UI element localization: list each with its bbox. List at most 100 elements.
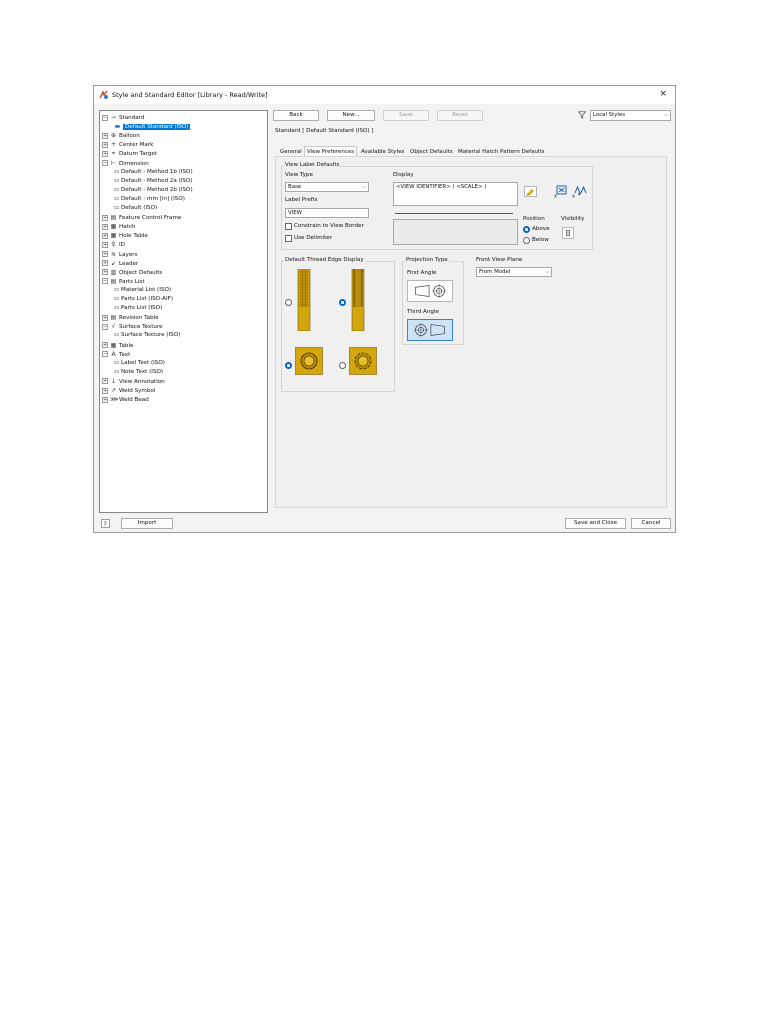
revision-table-icon: ▤ — [110, 314, 117, 322]
tree-item-label: Layers — [119, 251, 138, 258]
delimiter-checkbox[interactable] — [285, 235, 292, 242]
tree-item[interactable]: ▬ Default Standard (ISO) — [114, 122, 191, 131]
expand-icon[interactable]: + — [102, 232, 108, 239]
close-icon[interactable]: × — [659, 89, 667, 99]
collapse-icon[interactable]: − — [102, 160, 108, 166]
tree-item[interactable]: Default - Method 1b (ISO) — [114, 168, 193, 177]
expand-icon[interactable]: + — [102, 251, 108, 257]
constrain-checkbox[interactable] — [285, 223, 292, 230]
tree-item[interactable]: − √ Surface Texture — [102, 322, 163, 331]
tree-item[interactable]: Label Text (ISO) — [114, 359, 165, 368]
parts-list-icon: ▤ — [110, 277, 117, 285]
tree-item[interactable]: + ↙ Leader — [102, 259, 138, 268]
identifier-format-icon[interactable]: x — [572, 185, 587, 198]
tree-item-label: Weld Bead — [119, 397, 149, 404]
tree-item-label: Center Mark — [119, 142, 154, 149]
first-angle-projection-icon[interactable] — [407, 280, 453, 302]
tree-item[interactable]: + ▥ Object Defaults — [102, 268, 162, 277]
tree-item[interactable]: Default - Method 2b (ISO) — [114, 186, 193, 195]
help-icon[interactable]: ? — [101, 519, 110, 528]
expand-icon[interactable]: + — [102, 396, 108, 403]
tree-item[interactable]: Parts List (ISO-AIF) — [114, 295, 173, 304]
styles-editor-icon — [99, 90, 108, 99]
style-item-icon — [114, 369, 119, 373]
third-angle-projection-icon[interactable] — [407, 319, 453, 341]
position-above-radio[interactable] — [523, 226, 530, 233]
save-button[interactable]: Save — [383, 110, 429, 121]
tree-item[interactable]: + ▤ Revision Table — [102, 313, 159, 322]
display-input[interactable]: <VIEW IDENTIFIER> ( <SCALE> ) — [393, 182, 518, 206]
front-view-plane-select[interactable]: From Model ⌵ — [476, 267, 552, 277]
thread-option-2-radio[interactable] — [339, 299, 346, 306]
tree-item[interactable]: Note Text (ISO) — [114, 368, 163, 377]
expand-icon[interactable]: + — [102, 241, 108, 248]
tree-item[interactable]: + ⋙Weld Bead — [102, 395, 149, 404]
tree-item[interactable]: + ⊕ Balloon — [102, 131, 140, 140]
tree-item[interactable]: Default - Method 2a (ISO) — [114, 177, 193, 186]
expand-icon[interactable]: + — [102, 314, 108, 321]
thread-option-1-radio[interactable] — [285, 299, 292, 306]
visibility-toggle-icon[interactable] — [562, 227, 574, 239]
tree-item[interactable]: + ≋ Layers — [102, 250, 138, 259]
tree-item[interactable]: + ⌖ Datum Target — [102, 149, 157, 158]
expand-icon[interactable]: + — [102, 342, 108, 348]
filter-icon[interactable] — [578, 111, 586, 119]
back-button[interactable]: Back — [273, 110, 319, 121]
thread-edge-title: Default Thread Edge Display — [284, 257, 365, 263]
expand-icon[interactable]: + — [102, 223, 108, 230]
collapse-icon[interactable]: − — [102, 323, 108, 330]
collapse-icon[interactable]: − — [102, 114, 108, 121]
cancel-button[interactable]: Cancel — [631, 518, 671, 529]
collapse-icon[interactable]: − — [102, 278, 108, 285]
expand-icon[interactable]: + — [102, 141, 108, 148]
save-and-close-button[interactable]: Save and Close — [565, 518, 626, 529]
tree-item[interactable]: Default (ISO) — [114, 204, 157, 213]
tree-item[interactable]: + ↗ Weld Symbol — [102, 386, 155, 395]
new-button[interactable]: New... — [327, 110, 375, 121]
thread-option-4-radio[interactable] — [339, 362, 346, 369]
standard-item-icon: ▬ — [114, 123, 121, 131]
edit-label-icon[interactable] — [524, 186, 537, 197]
tree-item[interactable]: + ▦ Hole Table — [102, 231, 148, 240]
tree-item[interactable]: Default - mm [in] (ISO) — [114, 195, 185, 204]
expand-icon[interactable]: + — [102, 150, 108, 157]
breadcrumb: Standard [ Default Standard (ISO) ] — [275, 128, 374, 134]
reset-button[interactable]: Reset — [437, 110, 483, 121]
tree-item-label: Weld Symbol — [119, 388, 156, 394]
import-button[interactable]: Import — [121, 518, 173, 529]
view-preferences-panel: View Label Defaults View Type Base ⌵ Lab… — [275, 156, 667, 508]
datum-target-icon: ⌖ — [111, 150, 116, 158]
tree-item-label: Label Text (ISO) — [121, 359, 165, 366]
tree-item[interactable]: − ⇀ Standard — [102, 113, 144, 122]
tree-item[interactable]: + ↓ View Annotation — [102, 377, 165, 386]
style-tree[interactable]: − ⇀ Standard ▬ Default Standard (ISO) + ⊕ Ballo… — [99, 110, 268, 513]
expand-icon[interactable]: + — [102, 132, 108, 139]
tree-item[interactable]: + ♀ ID — [102, 240, 125, 249]
tree-item-label: Surface Texture (ISO) — [121, 332, 181, 339]
view-type-select[interactable]: Base ⌵ — [285, 182, 369, 192]
tree-item[interactable]: Surface Texture (ISO) — [114, 331, 180, 340]
expand-icon[interactable]: + — [102, 387, 108, 394]
style-filter-select[interactable]: Local Styles ⌵ — [590, 110, 671, 121]
tree-item[interactable]: − ⊢ Dimension — [102, 159, 149, 168]
style-item-icon — [114, 297, 119, 300]
label-prefix-input[interactable]: VIEW — [285, 208, 369, 218]
tree-item[interactable]: + ▦ Hatch — [102, 222, 135, 231]
expand-icon[interactable]: + — [102, 269, 108, 276]
tree-item-label: Parts List (ISO) — [121, 305, 163, 312]
tree-item[interactable]: + + Center Mark — [102, 140, 153, 149]
expand-icon[interactable]: + — [102, 378, 108, 385]
tree-item[interactable]: Parts List (ISO) — [114, 304, 162, 313]
style-item-icon — [114, 360, 119, 364]
tree-item[interactable]: + ▤ Feature Control Frame — [102, 213, 181, 222]
tree-item[interactable]: − ▤ Parts List — [102, 277, 145, 286]
position-below-radio[interactable] — [523, 237, 530, 244]
tree-item[interactable]: − A Text — [102, 350, 130, 359]
tree-item[interactable]: Material List (ISO) — [114, 286, 171, 295]
thread-option-3-radio[interactable] — [285, 362, 292, 369]
expand-icon[interactable]: + — [102, 214, 108, 221]
tree-item[interactable]: + ▦ Table — [102, 341, 133, 350]
scale-format-icon[interactable]: x — [554, 185, 569, 198]
expand-icon[interactable]: + — [102, 260, 108, 267]
collapse-icon[interactable]: − — [102, 351, 108, 358]
